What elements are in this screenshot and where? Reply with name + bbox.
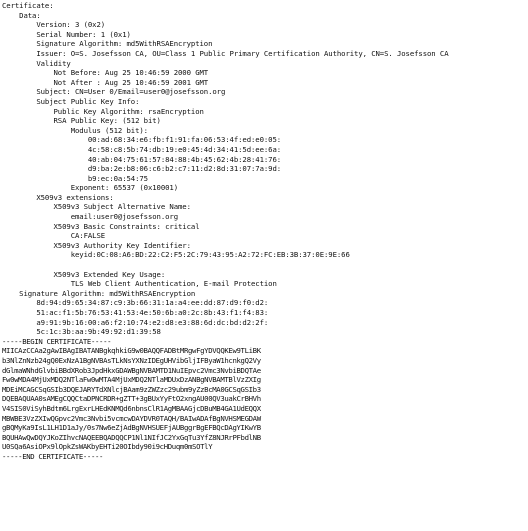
- pem-line: MDEiMCAGCSqGSIb3DQEJARYTdXNlcjBAam9zZWZz…: [2, 384, 261, 394]
- certificate-line: X509v3 Subject Alternative Name:: [2, 202, 191, 212]
- pem-line: U0SQa6AsiOPx9lOpkZsWAKbyEHTi20OIbdy90i9c…: [2, 442, 213, 452]
- certificate-line: 51:ac:f1:5b:76:53:41:53:4e:50:6b:a0:2c:8…: [2, 308, 269, 317]
- certificate-line: d9:ba:2e:b8:06:c6:b2:c7:11:d2:8d:31:07:7…: [2, 164, 282, 174]
- certificate-line: 40:ab:04:75:61:57:84:88:4b:45:62:4b:28:4…: [2, 154, 282, 164]
- pem-line: BQUHAwQwDQYJKoZIhvcNAQEEBQADQQCP1Nl1NIfJ…: [2, 432, 261, 442]
- pem-line: -----BEGIN CERTIFICATE-----: [2, 336, 112, 346]
- certificate-line: [2, 260, 528, 270]
- certificate-line: email:user0@josefsson.org: [2, 212, 179, 222]
- certificate-line: 8d:94:d9:65:34:87:c9:3b:66:31:1a:a4:ee:d…: [2, 298, 269, 308]
- pem-line: Fw0wMDA4MjUxMDQ2NTlaFw0wMTA4MjUxMDQ2NTla…: [2, 375, 261, 385]
- certificate-line: Version: 3 (0x2): [2, 20, 106, 30]
- certificate-line: Subject Public Key Info:: [2, 96, 140, 106]
- certificate-line: Signature Algorithm: md5WithRSAEncryptio…: [2, 288, 196, 298]
- certificate-line: Public Key Algorithm: rsaEncryption: [2, 106, 204, 116]
- pem-line: MIICAzCCAa2gAwIBAgIBATANBgkqhkiG9w0BAQQF…: [2, 346, 261, 356]
- certificate-line: RSA Public Key: (512 bit): [2, 116, 161, 126]
- certificate-line: X509v3 Extended Key Usage:: [2, 269, 166, 279]
- certificate-line: Not Before: Aug 25 10:46:59 2000 GMT: [2, 68, 209, 78]
- certificate-line: Validity: [2, 58, 71, 68]
- certificate-line: 00:ad:68:34:e6:fb:f1:91:fa:06:53:4f:ed:e…: [2, 135, 282, 145]
- certificate-line: CA:FALSE: [2, 231, 106, 241]
- certificate-line: Signature Algorithm: md5WithRSAEncryptio…: [2, 39, 213, 49]
- certificate-line: keyid:0C:08:A6:BD:22:C2:F5:2C:79:43:95:A…: [2, 250, 350, 260]
- certificate-line: 5c:1c:3b:aa:9b:49:92:d1:39:58: [2, 327, 161, 337]
- certificate-line: a9:91:9b:16:00:a6:f2:10:74:e2:d8:e3:88:6…: [2, 317, 269, 327]
- pem-line: MBWBE3VzZXIwQGpvc2Vmc3Nvbi5vcmcwDAYDVR0T…: [2, 413, 261, 423]
- certificate-line: X509v3 Authority Key Identifier:: [2, 240, 191, 250]
- pem-line: gBQMyKa9IsL1LH1D1aJy/0s7Nw6eZjAdBgNVHSUE…: [2, 423, 261, 433]
- certificate-line: TLS Web Client Authentication, E-mail Pr…: [2, 279, 277, 289]
- pem-line: b3NlZnNzb24gQ0ExNzA1BgNVBAsTLkNsYXNzIDEg…: [2, 355, 261, 365]
- pem-line: dGlmaWNhdGlvbiBBdXRob3JpdHkxGDAWBgNVBAMT…: [2, 365, 261, 375]
- certificate-line: X509v3 extensions:: [2, 192, 114, 202]
- pem-line: V4SIS0ViSyhBdtm6LrgExrLHEdKNMQd6nbnsClR1…: [2, 403, 261, 413]
- certificate-line: X509v3 Basic Constraints: critical: [2, 221, 200, 231]
- certificate-line: Exponent: 65537 (0x10001): [2, 183, 179, 193]
- certificate-line: Certificate:: [2, 1, 54, 10]
- certificate-line: Data:: [2, 10, 41, 20]
- pem-line: DQEBAQUAA0sAMEgCQQCtaDPNCRDR+gZTT+3gBUxY…: [2, 394, 261, 404]
- certificate-text-document: Certificate: Data: Version: 3 (0x2) Seri…: [2, 1, 528, 531]
- certificate-line: Modulus (512 bit):: [2, 125, 148, 135]
- certificate-line: b9:ec:0a:54:75: [2, 173, 148, 183]
- pem-block: -----BEGIN CERTIFICATE----- MIICAzCCAa2gA…: [2, 337, 528, 462]
- certificate-line: Not After : Aug 25 10:46:59 2001 GMT: [2, 77, 209, 87]
- certificate-details: Certificate: Data: Version: 3 (0x2) Seri…: [2, 1, 528, 337]
- certificate-line: Subject: CN=User 0/Email=user0@josefsson…: [2, 87, 226, 97]
- certificate-line: 4c:58:c8:5b:74:db:19:e0:45:4d:34:41:5d:e…: [2, 144, 282, 154]
- pem-line: -----END CERTIFICATE-----: [2, 451, 104, 461]
- certificate-line: Serial Number: 1 (0x1): [2, 29, 131, 39]
- certificate-line: Issuer: O=S. Josefsson CA, OU=Class 1 Pu…: [2, 48, 449, 58]
